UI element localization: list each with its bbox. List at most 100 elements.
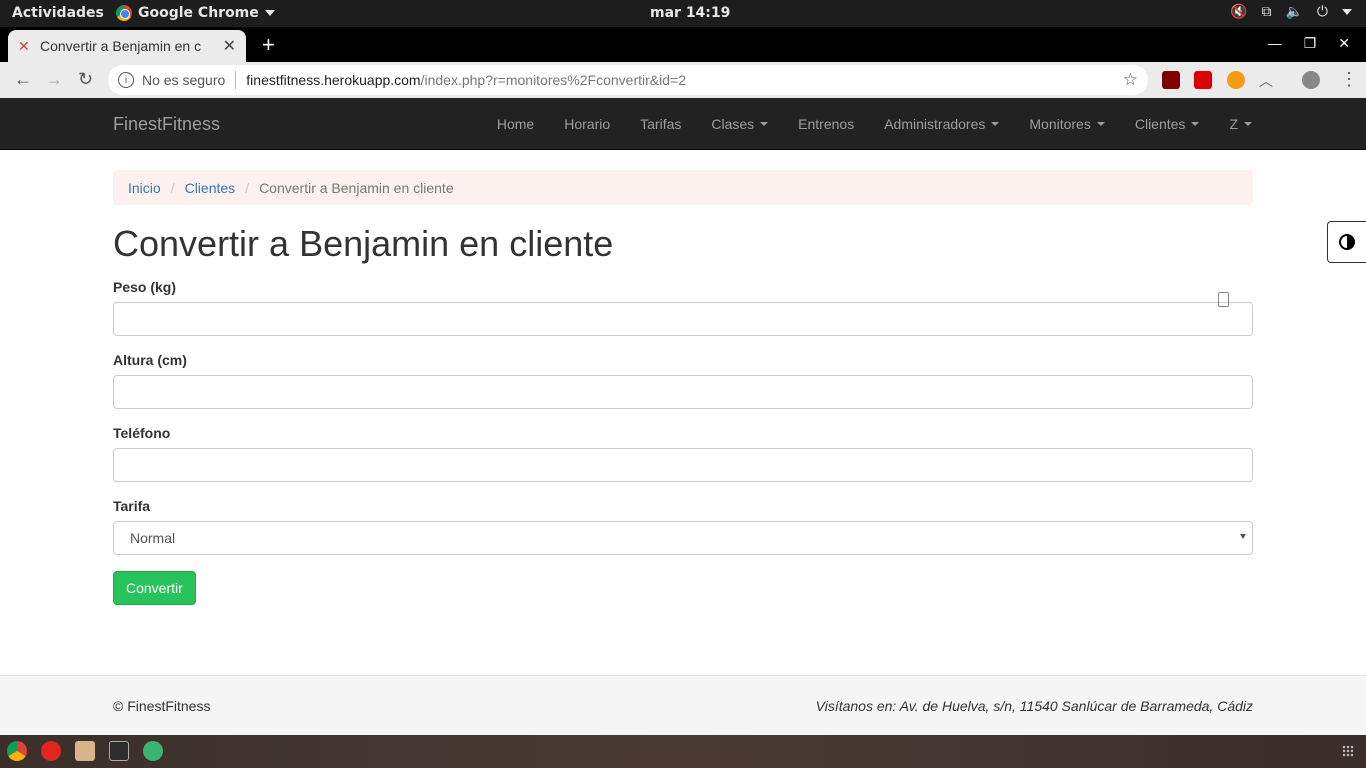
breadcrumb-divider: /: [245, 179, 250, 196]
nav-item-home[interactable]: Home: [482, 98, 549, 150]
nav-item-label: Tarifas: [640, 116, 682, 132]
app-dock-icon[interactable]: [143, 741, 163, 761]
extension-orange-icon[interactable]: [1227, 71, 1245, 89]
tarifa-group: Tarifa Normal: [113, 498, 1253, 555]
system-clock[interactable]: mar 14:19: [650, 5, 730, 21]
reload-icon[interactable]: ↻: [78, 69, 93, 90]
url-host: finestfitness.herokuapp.com: [246, 72, 421, 88]
password-manager-icon[interactable]: [1218, 292, 1229, 307]
main-content: Inicio / Clientes / Convertir a Benjamin…: [113, 150, 1253, 605]
ublock-extension-icon[interactable]: [1162, 71, 1180, 89]
altura-group: Altura (cm): [113, 352, 1253, 409]
nav-item-monitores[interactable]: Monitores: [1014, 98, 1119, 150]
extension-wave-icon[interactable]: ︿: [1259, 71, 1277, 89]
files-dock-icon[interactable]: [75, 741, 95, 761]
caret-down-icon: [760, 122, 769, 126]
activities-button[interactable]: Actividades: [12, 5, 104, 21]
security-label: No es seguro: [142, 72, 226, 88]
chevron-down-icon: [264, 10, 275, 16]
peso-label: Peso (kg): [113, 279, 177, 295]
nav-menu: Home Horario Tarifas Clases Entrenos Administ…: [482, 98, 1267, 150]
nav-item-label: Home: [496, 116, 535, 132]
chrome-icon: [116, 5, 132, 21]
info-icon[interactable]: i: [118, 72, 134, 88]
network-icon: ⧉: [1261, 4, 1272, 20]
lastpass-extension-icon[interactable]: [1194, 71, 1212, 89]
caret-down-icon: [1096, 122, 1105, 126]
tarifa-selected-value: Normal: [130, 530, 176, 546]
footer-address: Visítanos en: Av. de Huelva, s/n, 11540 …: [815, 698, 1253, 714]
tarifa-select[interactable]: Normal: [113, 521, 1253, 555]
breadcrumb-home[interactable]: Inicio: [128, 180, 161, 196]
volume-icon: 🔈: [1285, 4, 1303, 20]
page-title: Convertir a Benjamin en cliente: [113, 223, 614, 264]
altura-input[interactable]: [113, 375, 1253, 409]
breadcrumb-clientes[interactable]: Clientes: [185, 180, 236, 196]
nav-item-horario[interactable]: Horario: [549, 98, 625, 150]
caret-down-icon: [991, 122, 1000, 126]
browser-tab[interactable]: ✕ Convertir a Benjamin en c ✕: [8, 30, 246, 62]
nav-item-label: Clientes: [1134, 116, 1186, 132]
site-brand[interactable]: FinestFitness: [113, 114, 220, 135]
chrome-menu-icon[interactable]: ⋮: [1340, 69, 1358, 90]
nav-item-z[interactable]: Z: [1214, 98, 1267, 150]
restore-icon[interactable]: ❐: [1304, 35, 1317, 52]
power-icon: ⏻: [1316, 4, 1328, 20]
nav-item-label: Administradores: [884, 116, 986, 132]
dumbbell-favicon-icon: ✕: [18, 37, 30, 54]
show-apps-grid-icon[interactable]: [1342, 745, 1354, 757]
forward-arrow-icon[interactable]: →: [45, 69, 63, 90]
breadcrumb-divider: /: [170, 179, 175, 196]
contrast-icon: [1339, 234, 1355, 250]
os-taskbar: [0, 735, 1366, 768]
telefono-group: Teléfono: [113, 425, 1253, 482]
address-bar[interactable]: i No es seguro finestfitness.herokuapp.c…: [108, 65, 1148, 95]
back-arrow-icon[interactable]: ←: [14, 69, 32, 90]
telefono-label: Teléfono: [113, 425, 171, 441]
system-top-bar: Actividades Google Chrome mar 14:19 🔇 ⧉ …: [0, 0, 1366, 27]
chrome-dock-icon[interactable]: [7, 741, 27, 761]
window-controls: — ❐ ✕: [1268, 35, 1350, 52]
bookmark-star-icon[interactable]: ☆: [1123, 70, 1138, 90]
nav-item-clientes[interactable]: Clientes: [1120, 98, 1215, 150]
tab-title: Convertir a Benjamin en c: [40, 38, 202, 54]
convertir-button[interactable]: Convertir: [113, 571, 196, 605]
opera-dock-icon[interactable]: [41, 741, 61, 761]
close-tab-icon[interactable]: ✕: [223, 36, 236, 56]
telefono-input[interactable]: [113, 448, 1253, 482]
nav-item-clases[interactable]: Clases: [696, 98, 783, 150]
site-footer: © FinestFitness Visítanos en: Av. de Hue…: [0, 675, 1366, 735]
new-tab-button[interactable]: +: [262, 32, 275, 58]
app-menu[interactable]: Google Chrome: [116, 5, 275, 21]
altura-label: Altura (cm): [113, 352, 187, 368]
nav-item-label: Entrenos: [798, 116, 855, 132]
omnibox-divider: [235, 71, 237, 89]
caret-down-icon: [1191, 122, 1200, 126]
select-arrow-icon: [1240, 534, 1246, 539]
peso-group: Peso (kg): [113, 279, 1253, 336]
tab-strip: ✕ Convertir a Benjamin en c ✕ + — ❐ ✕: [0, 27, 1366, 62]
footer-copyright: © FinestFitness: [113, 698, 211, 714]
caret-down-icon: [1244, 122, 1252, 126]
system-tray[interactable]: 🔇 ⧉ 🔈 ⏻: [1230, 4, 1352, 20]
nav-item-label: Z: [1229, 116, 1238, 132]
nav-item-administradores[interactable]: Administradores: [869, 98, 1014, 150]
site-navbar: FinestFitness Home Horario Tarifas Clases En…: [0, 98, 1366, 150]
browser-toolbar: ← → ↻ i No es seguro finestfitness.herok…: [0, 62, 1366, 98]
nav-item-label: Clases: [711, 116, 755, 132]
peso-input[interactable]: [113, 302, 1253, 336]
url-path: /index.php?r=monitores%2Fconvertir&id=2: [420, 72, 686, 88]
nav-item-label: Horario: [564, 116, 611, 132]
tarifa-label: Tarifa: [113, 498, 151, 514]
nav-item-label: Monitores: [1029, 116, 1091, 132]
contrast-toggle-button[interactable]: [1327, 221, 1366, 263]
nav-item-entrenos[interactable]: Entrenos: [783, 98, 869, 150]
chevron-down-icon: [1342, 9, 1352, 15]
close-window-icon[interactable]: ✕: [1338, 35, 1350, 52]
minimize-icon[interactable]: —: [1268, 35, 1282, 52]
breadcrumb-current: Convertir a Benjamin en cliente: [259, 179, 454, 196]
nav-item-tarifas[interactable]: Tarifas: [625, 98, 696, 150]
terminal-dock-icon[interactable]: [109, 741, 129, 761]
mute-indicator-icon: 🔇: [1230, 4, 1248, 20]
profile-avatar[interactable]: [1302, 71, 1320, 89]
